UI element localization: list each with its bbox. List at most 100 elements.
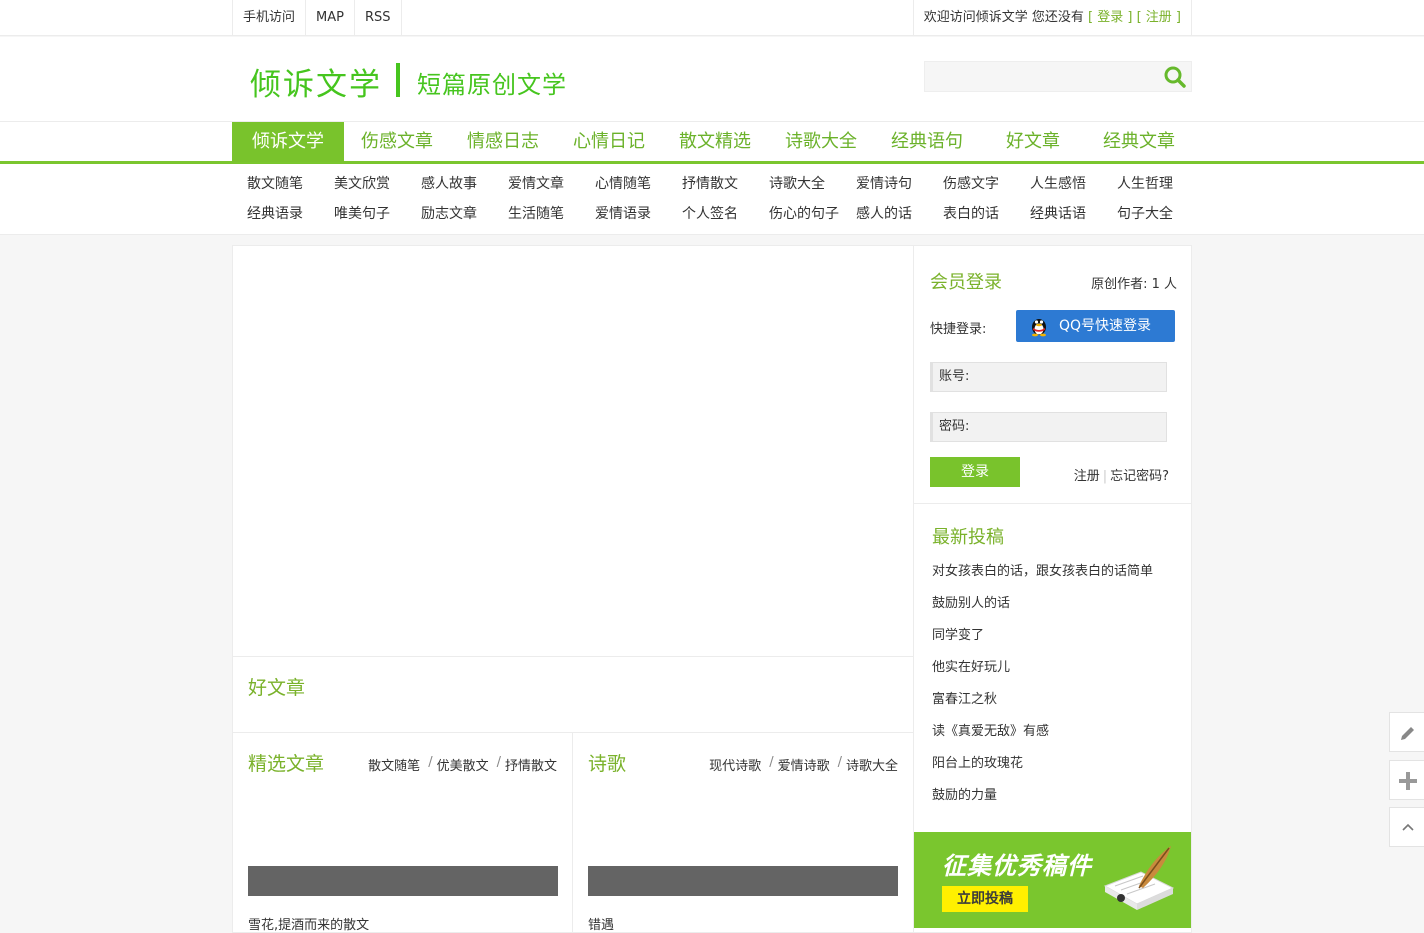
top-login-link[interactable]: [ 登录 ] [1088, 10, 1132, 25]
search-input[interactable] [925, 62, 1157, 91]
sub-nav-link[interactable]: 感人故事 [421, 172, 508, 202]
article-caption[interactable]: 雪花,提酒而来的散文 [248, 914, 369, 933]
latest-posts-title: 最新投稿 [932, 527, 1004, 548]
main-nav: 倾诉文学 伤感文章 情感日志 心情日记 散文精选 诗歌大全 经典语句 好文章 经… [0, 121, 1424, 164]
sub-nav-row: 散文随笔 美文欣赏 感人故事 爱情文章 心情随笔 抒情散文 诗歌大全 爱情诗句 … [247, 172, 1207, 202]
sub-nav-link[interactable]: 抒情散文 [682, 172, 769, 202]
list-item[interactable]: 鼓励的力量 [932, 784, 1153, 816]
add-button[interactable] [1389, 760, 1424, 800]
site-header: 倾诉文学 短篇原创文学 [0, 37, 1424, 121]
list-item[interactable]: 对女孩表白的话，跟女孩表白的话简单 [932, 560, 1153, 592]
submission-banner[interactable]: 征集优秀稿件 立即投稿 [914, 832, 1191, 928]
nav-item-home[interactable]: 倾诉文学 [232, 122, 344, 162]
welcome-area: 欢迎访问倾诉文学 您还没有 [ 登录 ] [ 注册 ] [912, 0, 1192, 36]
separator: / [496, 755, 501, 770]
register-link[interactable]: 注册 [1074, 469, 1100, 484]
login-button[interactable]: 登录 [930, 457, 1020, 487]
list-item[interactable]: 同学变了 [932, 624, 1153, 656]
list-item[interactable]: 读《真爱无敌》有感 [932, 720, 1153, 752]
article-thumbnail[interactable] [248, 866, 558, 896]
nav-item[interactable]: 好文章 [980, 122, 1086, 162]
search-icon [1164, 66, 1186, 88]
separator: / [769, 755, 774, 770]
back-to-top-button[interactable] [1389, 807, 1424, 847]
poetry-section: 诗歌 现代诗歌 / 爱情诗歌 / 诗歌大全 错遇 [573, 733, 913, 933]
list-item[interactable]: 他实在好玩儿 [932, 656, 1153, 688]
sub-nav-link[interactable]: 诗歌大全 [769, 172, 856, 202]
sub-nav-link[interactable]: 散文随笔 [247, 172, 334, 202]
sub-nav-link[interactable]: 人生哲理 [1117, 172, 1204, 202]
list-item[interactable]: 鼓励别人的话 [932, 592, 1153, 624]
section-title[interactable]: 精选文章 [248, 749, 324, 776]
sub-nav: 散文随笔 美文欣赏 感人故事 爱情文章 心情随笔 抒情散文 诗歌大全 爱情诗句 … [0, 164, 1424, 235]
logo-divider [396, 63, 400, 97]
quick-login-label: 快捷登录: [930, 322, 987, 337]
section-link[interactable]: 散文随笔 [368, 755, 420, 774]
account-links: 注册 | 忘记密码? [1074, 465, 1169, 484]
forgot-password-link[interactable]: 忘记密码? [1110, 469, 1169, 484]
sub-nav-link[interactable]: 生活随笔 [508, 202, 595, 232]
nav-item[interactable]: 散文精选 [662, 122, 768, 162]
mobile-link[interactable]: 手机访问 [233, 0, 307, 36]
write-button[interactable] [1389, 712, 1424, 752]
sub-nav-link[interactable]: 感人的话 [856, 202, 943, 232]
sub-nav-link[interactable]: 个人签名 [682, 202, 769, 232]
sub-nav-link[interactable]: 伤感文字 [943, 172, 1030, 202]
site-slogan: 短篇原创文学 [417, 71, 567, 99]
qq-login-button[interactable]: QQ号快速登录 [1016, 310, 1175, 342]
sub-nav-link[interactable]: 唯美句子 [334, 202, 421, 232]
plus-icon [1399, 772, 1417, 790]
section-link[interactable]: 诗歌大全 [846, 755, 898, 774]
nav-item[interactable]: 经典文章 [1086, 122, 1192, 162]
list-item[interactable]: 阳台上的玫瑰花 [932, 752, 1153, 784]
nav-item[interactable]: 经典语句 [874, 122, 980, 162]
banner-slider[interactable] [233, 246, 913, 657]
password-label: 密码: [939, 419, 970, 434]
nav-item[interactable]: 伤感文章 [344, 122, 450, 162]
account-field[interactable]: 账号: [930, 362, 1167, 392]
top-bar: 手机访问 MAP RSS 欢迎访问倾诉文学 您还没有 [ 登录 ] [ 注册 ] [0, 0, 1424, 36]
sub-nav-link[interactable]: 美文欣赏 [334, 172, 421, 202]
section-link[interactable]: 抒情散文 [505, 755, 557, 774]
sub-nav-link[interactable]: 爱情文章 [508, 172, 595, 202]
search-button[interactable] [1163, 65, 1187, 89]
sub-nav-link[interactable]: 爱情语录 [595, 202, 682, 232]
rss-link[interactable]: RSS [355, 0, 402, 36]
divider [914, 503, 1191, 504]
section-title[interactable]: 诗歌 [588, 749, 626, 776]
nav-item[interactable]: 情感日志 [450, 122, 556, 162]
section-link[interactable]: 爱情诗歌 [778, 755, 830, 774]
welcome-text: 欢迎访问倾诉文学 您还没有 [923, 10, 1084, 25]
chevron-up-icon [1402, 823, 1414, 831]
section-link[interactable]: 现代诗歌 [709, 755, 761, 774]
article-thumbnail[interactable] [588, 866, 898, 896]
sub-nav-link[interactable]: 人生感悟 [1030, 172, 1117, 202]
featured-articles-section: 精选文章 散文随笔 / 优美散文 / 抒情散文 雪花,提酒而来的散文 [233, 733, 573, 933]
list-item[interactable]: 富春江之秋 [932, 688, 1153, 720]
submit-now-button[interactable]: 立即投稿 [942, 886, 1028, 912]
main-content: 好文章 精选文章 散文随笔 / 优美散文 / 抒情散文 雪花,提酒而来的散文 诗… [232, 245, 914, 933]
sub-nav-link[interactable]: 心情随笔 [595, 172, 682, 202]
sub-nav-link[interactable]: 爱情诗句 [856, 172, 943, 202]
article-caption[interactable]: 错遇 [588, 914, 614, 933]
sub-nav-link[interactable]: 句子大全 [1117, 202, 1204, 232]
site-logo[interactable]: 倾诉文学 [250, 59, 382, 104]
sub-nav-link[interactable]: 经典语录 [247, 202, 334, 232]
separator: | [1102, 469, 1108, 484]
sub-nav-row: 经典语录 唯美句子 励志文章 生活随笔 爱情语录 个人签名 伤心的句子 感人的话… [247, 202, 1207, 232]
sub-nav-link[interactable]: 励志文章 [421, 202, 508, 232]
latest-posts-list: 对女孩表白的话，跟女孩表白的话简单 鼓励别人的话 同学变了 他实在好玩儿 富春江… [932, 560, 1153, 816]
good-articles-title[interactable]: 好文章 [248, 673, 305, 700]
sub-nav-link[interactable]: 伤心的句子 [769, 202, 856, 232]
top-register-link[interactable]: [ 注册 ] [1137, 10, 1181, 25]
nav-item[interactable]: 诗歌大全 [768, 122, 874, 162]
map-link[interactable]: MAP [306, 0, 355, 36]
section-link[interactable]: 优美散文 [437, 755, 489, 774]
nav-item[interactable]: 心情日记 [556, 122, 662, 162]
sub-nav-link[interactable]: 表白的话 [943, 202, 1030, 232]
password-field[interactable]: 密码: [930, 412, 1167, 442]
account-label: 账号: [939, 369, 970, 384]
promo-title: 征集优秀稿件 [942, 852, 1092, 880]
sub-nav-link[interactable]: 经典话语 [1030, 202, 1117, 232]
top-links: 手机访问 MAP RSS [232, 0, 402, 36]
